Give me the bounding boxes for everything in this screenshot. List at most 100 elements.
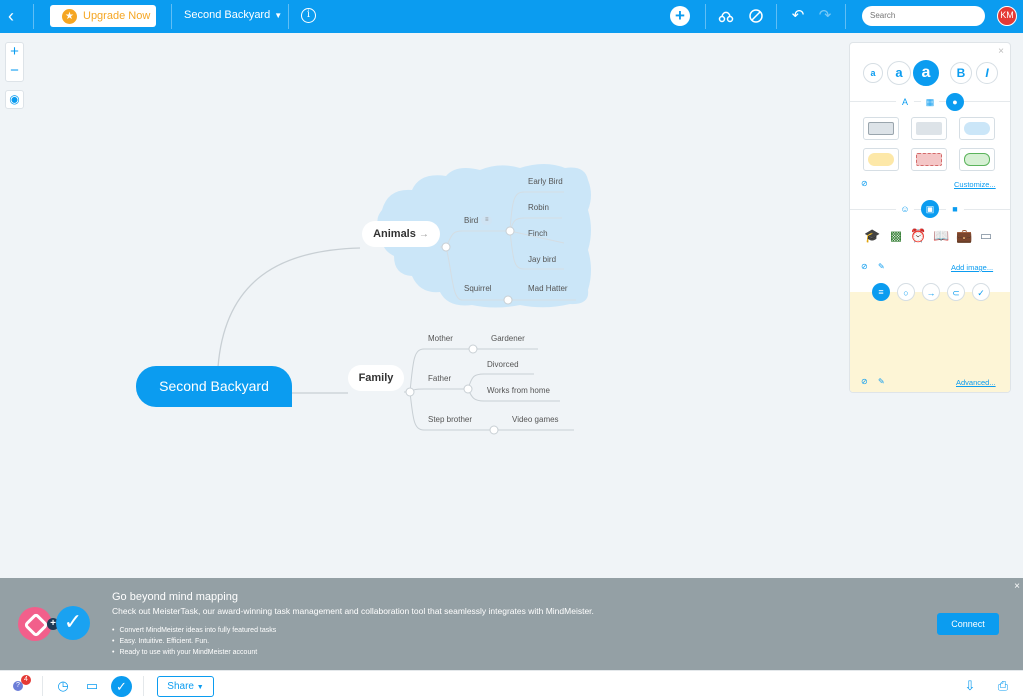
divider bbox=[171, 4, 172, 29]
font-size-medium-button[interactable]: a bbox=[887, 61, 911, 85]
meistertask-check-icon[interactable]: ✓ bbox=[111, 676, 132, 697]
avatar[interactable]: KM bbox=[997, 6, 1017, 26]
topic-robin[interactable]: Robin bbox=[528, 203, 549, 212]
shape-option-cloud-yellow[interactable] bbox=[863, 148, 899, 171]
topic-divorced[interactable]: Divorced bbox=[487, 360, 519, 369]
connector bbox=[409, 391, 574, 431]
topic-early-bird[interactable]: Early Bird bbox=[528, 177, 563, 186]
topic-mad-hatter[interactable]: Mad Hatter bbox=[528, 284, 568, 293]
top-bar: ‹ ★ Upgrade Now Second Backyard ▼ i + ↶ ↷… bbox=[0, 0, 1023, 33]
promo-title: Go beyond mind mapping bbox=[112, 591, 238, 603]
topic-video-games[interactable]: Video games bbox=[512, 415, 559, 424]
clear-notes-icon[interactable]: ⊘ bbox=[861, 377, 868, 386]
print-icon[interactable]: ⎙ bbox=[995, 678, 1011, 694]
collapse-handle bbox=[405, 387, 415, 397]
alarm-clock-icon[interactable]: ⏰ bbox=[910, 228, 926, 244]
topic-squirrel[interactable]: Squirrel bbox=[464, 284, 492, 293]
note-icon: ≡ bbox=[481, 216, 493, 226]
bold-button[interactable]: B bbox=[950, 62, 972, 84]
topic-animals[interactable]: Animals → bbox=[362, 221, 440, 247]
advanced-link[interactable]: Advanced... bbox=[956, 378, 996, 387]
star-icon: ★ bbox=[62, 8, 77, 24]
connection-icon-svg bbox=[718, 11, 734, 23]
divider bbox=[705, 4, 706, 29]
close-icon[interactable]: × bbox=[1014, 581, 1020, 592]
upgrade-label: Upgrade Now bbox=[83, 10, 151, 22]
clear-image-icon[interactable]: ⊘ bbox=[861, 262, 868, 271]
graduation-cap-icon[interactable]: 🎓 bbox=[864, 228, 880, 244]
promo-banner: × + ✓ Go beyond mind mapping Check out M… bbox=[0, 578, 1023, 670]
format-panel: × a a a B I A ▦ ● ⊘ Customize... ☺ ▣ ■ 🎓… bbox=[849, 42, 1011, 393]
topic-bird[interactable]: Bird ≡ bbox=[464, 216, 493, 226]
topic-layout-icon[interactable]: ▦ bbox=[921, 93, 939, 111]
presentation-icon[interactable]: ▭ bbox=[84, 678, 100, 694]
topic-family[interactable]: Family bbox=[348, 365, 404, 391]
topic-shape-icon[interactable]: ● bbox=[946, 93, 964, 111]
add-topic-button[interactable]: + bbox=[670, 6, 690, 26]
shape-option-cloud-blue[interactable] bbox=[959, 117, 995, 140]
text-style-icon[interactable]: A bbox=[896, 93, 914, 111]
map-title: Second Backyard bbox=[184, 9, 271, 21]
connection-icon[interactable] bbox=[717, 7, 735, 25]
download-icon[interactable]: ⇩ bbox=[962, 678, 978, 694]
collapse-handle bbox=[468, 344, 478, 354]
topic-finch[interactable]: Finch bbox=[528, 229, 548, 238]
video-icon[interactable]: ■ bbox=[946, 200, 964, 218]
meistertask-logo-icon: ✓ bbox=[56, 606, 90, 640]
emoji-icon[interactable]: ☺ bbox=[896, 200, 914, 218]
back-icon[interactable]: ‹ bbox=[8, 7, 24, 25]
chalkboard-icon[interactable]: ▩ bbox=[888, 228, 904, 244]
divider bbox=[845, 4, 846, 29]
font-size-large-button[interactable]: a bbox=[913, 60, 939, 86]
connect-button[interactable]: Connect bbox=[937, 613, 999, 635]
shape-option-plain[interactable] bbox=[911, 117, 947, 140]
close-icon[interactable]: × bbox=[998, 46, 1004, 57]
topic-works-from-home[interactable]: Works from home bbox=[487, 386, 550, 395]
caret-down-icon: ▼ bbox=[196, 684, 204, 691]
id-card-icon[interactable]: ▭ bbox=[978, 228, 994, 244]
upgrade-button[interactable]: ★ Upgrade Now bbox=[50, 5, 156, 27]
italic-button[interactable]: I bbox=[976, 62, 998, 84]
root-topic[interactable]: Second Backyard bbox=[136, 366, 292, 407]
book-icon[interactable]: 📖 bbox=[933, 228, 949, 244]
topic-mother[interactable]: Mother bbox=[428, 334, 453, 343]
topic-step-brother[interactable]: Step brother bbox=[428, 415, 472, 424]
briefcase-icon[interactable]: 💼 bbox=[956, 228, 972, 244]
link-arrow-icon[interactable]: → bbox=[922, 283, 940, 301]
search-input[interactable] bbox=[862, 6, 985, 26]
info-icon[interactable]: i bbox=[301, 8, 316, 23]
comment-icon[interactable]: ○ bbox=[897, 283, 915, 301]
divider bbox=[776, 4, 777, 29]
bottom-bar: ? 4 ◷ ▭ ✓ Share ▼ ⇩ ⎙ bbox=[0, 670, 1023, 700]
collapse-handle bbox=[441, 242, 451, 252]
magic-wand-icon[interactable]: ✎ bbox=[878, 377, 885, 386]
promo-feature-list: Convert MindMeister ideas into fully fea… bbox=[112, 625, 276, 658]
collapse-handle bbox=[463, 384, 473, 394]
no-style-icon[interactable] bbox=[747, 7, 765, 25]
connector bbox=[409, 388, 468, 393]
notes-icon[interactable]: ≡ bbox=[872, 283, 890, 301]
clear-shape-icon[interactable]: ⊘ bbox=[861, 179, 868, 188]
history-icon[interactable]: ◷ bbox=[55, 678, 71, 694]
shape-option-rectangle[interactable] bbox=[863, 117, 899, 140]
magic-wand-icon[interactable]: ✎ bbox=[878, 262, 885, 271]
caret-down-icon: ▼ bbox=[274, 11, 283, 20]
font-size-small-button[interactable]: a bbox=[863, 63, 883, 83]
shape-option-dashed-red[interactable] bbox=[911, 148, 947, 171]
list-item: Convert MindMeister ideas into fully fea… bbox=[112, 625, 276, 636]
redo-icon[interactable]: ↷ bbox=[816, 7, 834, 25]
attachment-icon[interactable]: ⊂ bbox=[947, 283, 965, 301]
undo-icon[interactable]: ↶ bbox=[789, 7, 807, 25]
map-title-dropdown[interactable]: Second Backyard ▼ bbox=[184, 9, 282, 21]
topic-gardener[interactable]: Gardener bbox=[491, 334, 525, 343]
topic-label: Bird bbox=[464, 216, 479, 225]
topic-jay-bird[interactable]: Jay bird bbox=[528, 255, 556, 264]
image-icon[interactable]: ▣ bbox=[921, 200, 939, 218]
task-check-icon[interactable]: ✓ bbox=[972, 283, 990, 301]
shape-option-green[interactable] bbox=[959, 148, 995, 171]
topic-father[interactable]: Father bbox=[428, 374, 451, 383]
notes-area[interactable]: ⊘ ✎ Advanced... bbox=[850, 292, 1010, 392]
add-image-link[interactable]: Add image... bbox=[951, 263, 993, 272]
share-button[interactable]: Share ▼ bbox=[157, 676, 214, 697]
customize-link[interactable]: Customize... bbox=[954, 180, 996, 189]
